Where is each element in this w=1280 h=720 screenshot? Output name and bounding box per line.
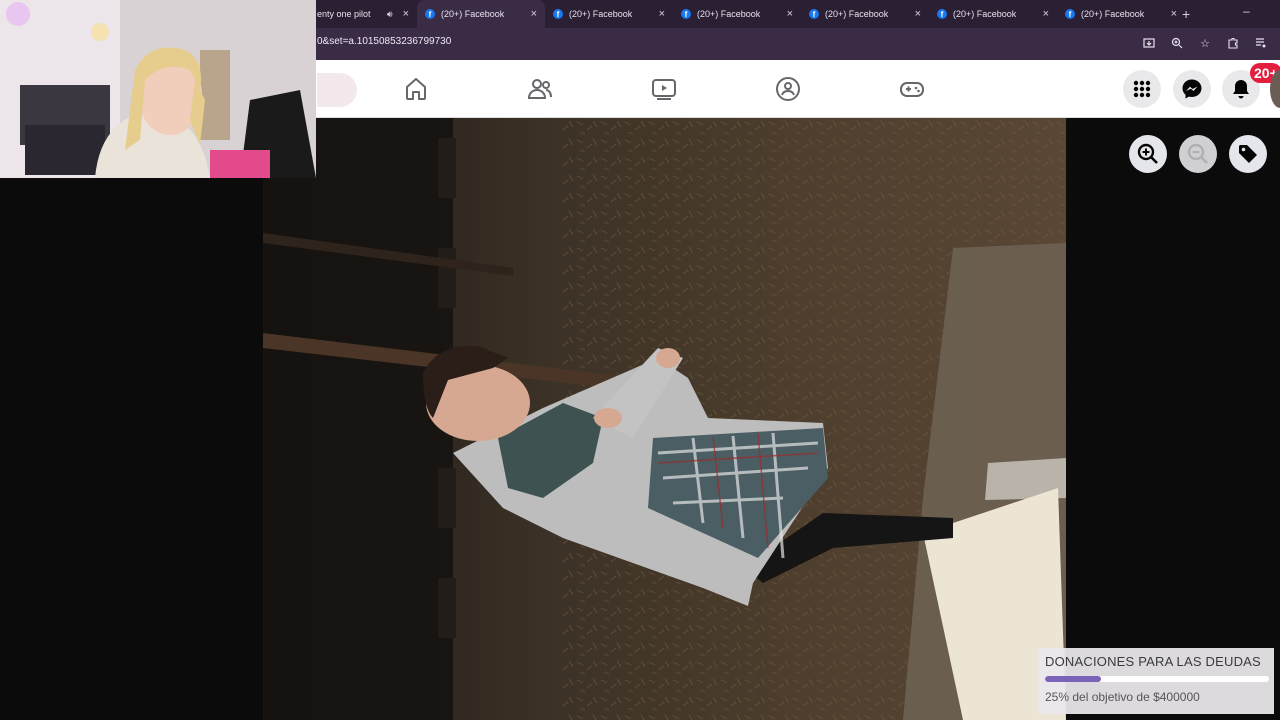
screen: enty one pilot 🔊︎ × f (20+) Facebook × f… — [0, 0, 1280, 720]
tab-facebook[interactable]: f (20+) Facebook × — [673, 0, 801, 28]
messenger-icon[interactable] — [1173, 70, 1211, 108]
close-tab-icon[interactable]: × — [915, 8, 921, 20]
close-tab-icon[interactable]: × — [1171, 8, 1177, 20]
address-bar-actions: ☆ — [1140, 34, 1270, 52]
facebook-favicon-icon: f — [809, 9, 819, 19]
close-tab-icon[interactable]: × — [659, 8, 665, 20]
tab-title: (20+) Facebook — [569, 9, 633, 19]
tab-title: enty one pilot — [317, 9, 371, 19]
zoom-icon[interactable] — [1168, 34, 1186, 52]
bookmark-star-icon[interactable]: ☆ — [1196, 34, 1214, 52]
tab-facebook[interactable]: f (20+) Facebook × — [929, 0, 1057, 28]
extensions-icon[interactable] — [1224, 34, 1242, 52]
tab-facebook[interactable]: f (20+) Facebook × — [545, 0, 673, 28]
close-tab-icon[interactable]: × — [531, 8, 537, 20]
close-tab-icon[interactable]: × — [787, 8, 793, 20]
menu-grid-icon[interactable] — [1123, 70, 1161, 108]
tab-facebook[interactable]: f (20+) Facebook × — [1057, 0, 1185, 28]
tab-facebook[interactable]: f (20+) Facebook × — [801, 0, 929, 28]
search-input[interactable] — [317, 73, 357, 107]
groups-icon[interactable] — [775, 76, 801, 102]
donation-title: DONACIONES PARA LAS DEUDAS — [1045, 654, 1261, 669]
home-icon[interactable] — [403, 76, 429, 102]
close-tab-icon[interactable]: × — [403, 8, 409, 20]
friends-icon[interactable] — [527, 76, 553, 102]
tag-icon[interactable] — [1229, 135, 1267, 173]
facebook-favicon-icon: f — [937, 9, 947, 19]
webcam-overlay — [0, 0, 316, 178]
donation-subtitle: 25% del objetivo de $400000 — [1045, 690, 1200, 704]
media-control-icon[interactable] — [1252, 34, 1270, 52]
donation-progress-bar — [1045, 676, 1269, 682]
donation-progress-fill — [1045, 676, 1101, 682]
zoom-in-icon[interactable] — [1129, 135, 1167, 173]
zoom-out-icon[interactable] — [1179, 135, 1217, 173]
close-tab-icon[interactable]: × — [1043, 8, 1049, 20]
facebook-favicon-icon: f — [553, 9, 563, 19]
speaker-icon[interactable]: 🔊︎ — [387, 9, 393, 20]
install-app-icon[interactable] — [1140, 34, 1158, 52]
tab-title: (20+) Facebook — [953, 9, 1017, 19]
url-field[interactable]: 0&set=a.10150853236799730 — [317, 36, 451, 47]
new-tab-button[interactable]: + — [1182, 6, 1190, 22]
tab-facebook[interactable]: f (20+) Facebook × — [417, 0, 545, 28]
donation-widget: DONACIONES PARA LAS DEUDAS 25% del objet… — [1038, 648, 1274, 714]
minimize-button[interactable]: – — [1243, 4, 1250, 18]
tab-title: (20+) Facebook — [697, 9, 761, 19]
tab-list: enty one pilot 🔊︎ × f (20+) Facebook × f… — [317, 0, 1185, 28]
facebook-favicon-icon: f — [1065, 9, 1075, 19]
tab-twenty-one-pilots[interactable]: enty one pilot 🔊︎ × — [317, 0, 417, 28]
photo[interactable] — [263, 118, 1066, 720]
facebook-favicon-icon: f — [681, 9, 691, 19]
facebook-favicon-icon: f — [425, 9, 435, 19]
tab-title: (20+) Facebook — [825, 9, 889, 19]
tab-title: (20+) Facebook — [1081, 9, 1145, 19]
gaming-icon[interactable] — [899, 76, 925, 102]
tab-title: (20+) Facebook — [441, 9, 505, 19]
watch-icon[interactable] — [651, 76, 677, 102]
